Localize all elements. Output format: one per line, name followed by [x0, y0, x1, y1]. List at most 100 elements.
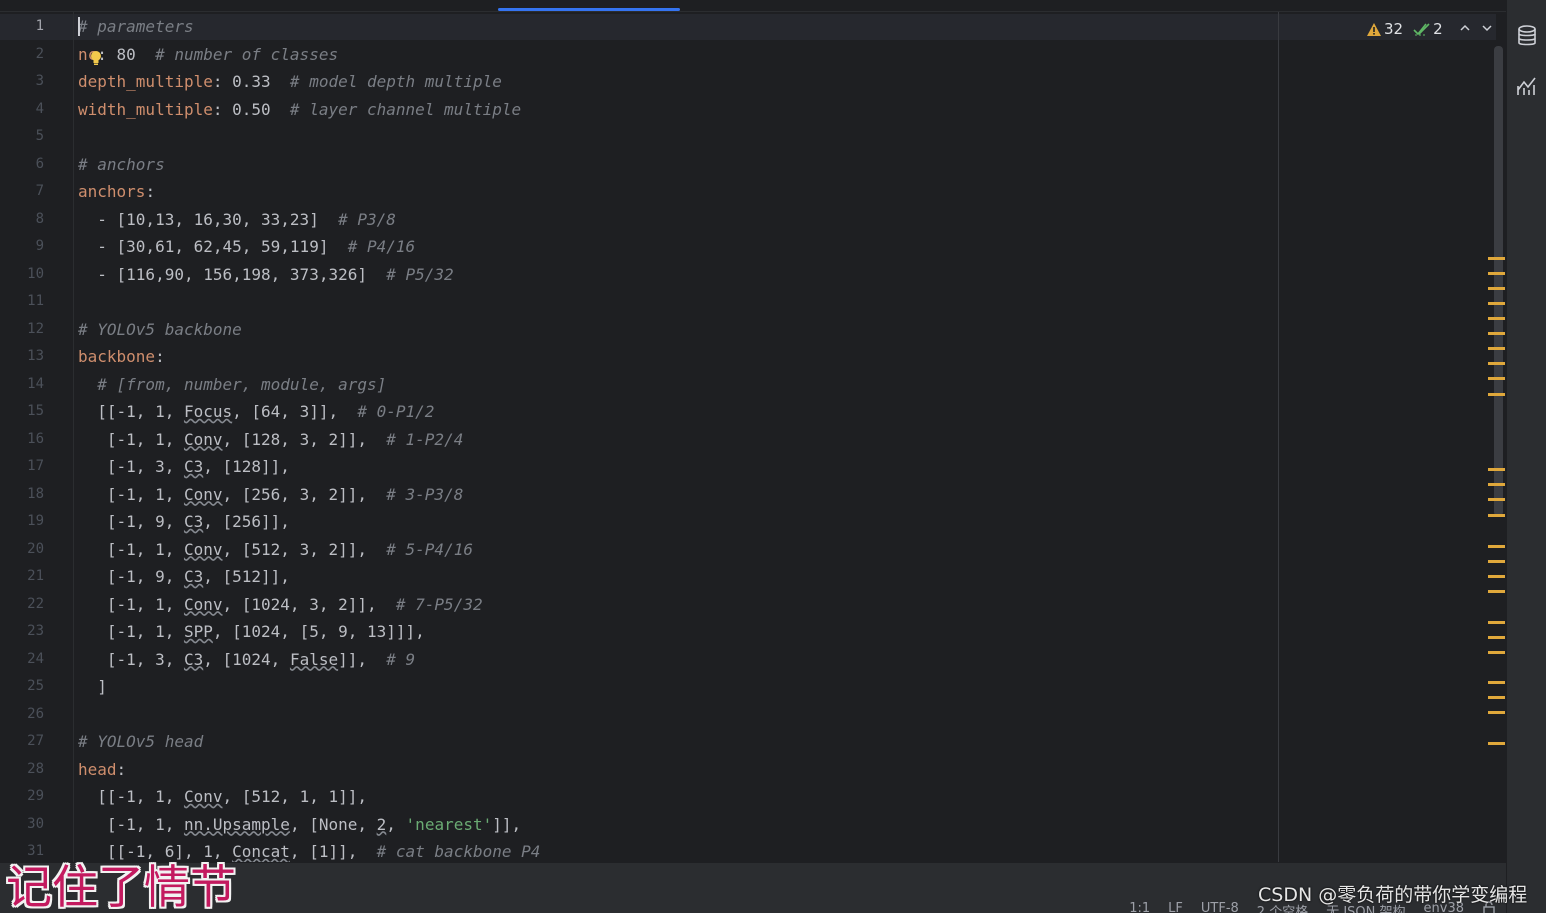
warning-marker[interactable]: [1488, 332, 1505, 335]
warning-marker[interactable]: [1488, 393, 1505, 396]
vertical-scrollbar[interactable]: [1494, 46, 1503, 516]
code-line: 21 [-1, 9, C3, [512]],: [0, 563, 1470, 590]
line-number[interactable]: 29: [0, 783, 44, 810]
line-code[interactable]: # anchors: [78, 151, 165, 178]
line-number[interactable]: 24: [0, 646, 44, 673]
warning-marker[interactable]: [1488, 514, 1505, 517]
warning-marker[interactable]: [1488, 468, 1505, 471]
line-number[interactable]: 15: [0, 398, 44, 425]
line-code[interactable]: # YOLOv5 head: [78, 728, 203, 755]
line-code[interactable]: [[-1, 1, Conv, [512, 1, 1]],: [78, 783, 367, 810]
previous-problem-icon[interactable]: [1459, 22, 1471, 37]
line-number[interactable]: 14: [0, 371, 44, 398]
line-code[interactable]: ]: [78, 673, 107, 700]
lightbulb-icon[interactable]: [89, 47, 103, 65]
line-number[interactable]: 25: [0, 673, 44, 700]
line-number[interactable]: 28: [0, 756, 44, 783]
line-number[interactable]: 12: [0, 316, 44, 343]
unresolved-reference: False: [289, 649, 339, 669]
line-number[interactable]: 17: [0, 453, 44, 480]
next-problem-icon[interactable]: [1481, 22, 1493, 37]
line-number[interactable]: 22: [0, 591, 44, 618]
warning-marker[interactable]: [1488, 560, 1505, 563]
line-code[interactable]: [-1, 3, C3, [128]],: [78, 453, 290, 480]
warning-marker[interactable]: [1488, 302, 1505, 305]
line-code[interactable]: - [116,90, 156,198, 373,326] # P5/32: [78, 261, 453, 288]
line-code[interactable]: [[-1, 1, Focus, [64, 3]], # 0-P1/2: [78, 398, 434, 425]
line-code[interactable]: head:: [78, 756, 126, 783]
line-number[interactable]: 8: [0, 206, 44, 233]
warning-marker[interactable]: [1488, 287, 1505, 290]
line-code[interactable]: - [10,13, 16,30, 33,23] # P3/8: [78, 206, 396, 233]
line-number[interactable]: 6: [0, 151, 44, 178]
warning-marker[interactable]: [1488, 590, 1505, 593]
line-code[interactable]: # [from, number, module, args]: [78, 371, 386, 398]
warning-marker[interactable]: [1488, 317, 1505, 320]
line-number[interactable]: 1: [0, 13, 44, 40]
line-code[interactable]: width_multiple: 0.50 # layer channel mul…: [78, 96, 521, 123]
line-number[interactable]: 5: [0, 123, 44, 150]
line-number[interactable]: 13: [0, 343, 44, 370]
warning-marker[interactable]: [1488, 347, 1505, 350]
warning-marker[interactable]: [1488, 575, 1505, 578]
code-editor[interactable]: 1 # parameters 2 nc: 80 # number of classes…: [0, 0, 1506, 862]
line-code[interactable]: [-1, 9, C3, [256]],: [78, 508, 290, 535]
line-number[interactable]: 3: [0, 68, 44, 95]
sciview-icon[interactable]: [1515, 74, 1539, 98]
database-icon[interactable]: [1515, 24, 1539, 48]
code-text: : 0.33: [212, 72, 290, 91]
weak-warnings-counter[interactable]: 2: [1413, 20, 1443, 38]
line-number[interactable]: 11: [0, 288, 44, 315]
line-number[interactable]: 10: [0, 261, 44, 288]
line-code[interactable]: [-1, 1, nn.Upsample, [None, 2, 'nearest'…: [78, 811, 521, 838]
caret-position[interactable]: 1:1: [1129, 901, 1150, 913]
file-encoding[interactable]: UTF-8: [1201, 901, 1239, 913]
line-separator[interactable]: LF: [1168, 901, 1183, 913]
warning-marker[interactable]: [1488, 257, 1505, 260]
line-code[interactable]: [-1, 1, Conv, [1024, 3, 2]], # 7-P5/32: [78, 591, 483, 618]
line-code[interactable]: [-1, 1, Conv, [256, 3, 2]], # 3-P3/8: [78, 481, 463, 508]
line-number[interactable]: 16: [0, 426, 44, 453]
weak-warnings-count: 2: [1433, 20, 1443, 38]
warning-marker[interactable]: [1488, 696, 1505, 699]
warning-marker[interactable]: [1488, 621, 1505, 624]
warning-marker[interactable]: [1488, 651, 1505, 654]
line-code[interactable]: # YOLOv5 backbone: [78, 316, 242, 343]
warning-marker[interactable]: [1488, 636, 1505, 639]
line-number[interactable]: 19: [0, 508, 44, 535]
warning-marker[interactable]: [1488, 377, 1505, 380]
line-code[interactable]: [-1, 1, Conv, [512, 3, 2]], # 5-P4/16: [78, 536, 473, 563]
warnings-counter[interactable]: 32: [1366, 20, 1403, 38]
line-number[interactable]: 27: [0, 728, 44, 755]
line-code[interactable]: [-1, 1, Conv, [128, 3, 2]], # 1-P2/4: [78, 426, 463, 453]
warning-marker[interactable]: [1488, 545, 1505, 548]
warning-marker[interactable]: [1488, 681, 1505, 684]
inspection-widget[interactable]: 32 2: [1366, 18, 1493, 40]
line-code[interactable]: [-1, 3, C3, [1024, False]], # 9: [78, 646, 415, 673]
line-number[interactable]: 7: [0, 178, 44, 205]
line-code[interactable]: backbone:: [78, 343, 165, 370]
warning-marker[interactable]: [1488, 362, 1505, 365]
line-number[interactable]: 20: [0, 536, 44, 563]
line-number[interactable]: 23: [0, 618, 44, 645]
line-code[interactable]: [-1, 1, SPP, [1024, [5, 9, 13]]],: [78, 618, 425, 645]
line-number[interactable]: 21: [0, 563, 44, 590]
line-number[interactable]: 9: [0, 233, 44, 260]
line-code[interactable]: # parameters: [78, 13, 194, 40]
line-code[interactable]: depth_multiple: 0.33 # model depth multi…: [78, 68, 502, 95]
line-code[interactable]: [-1, 9, C3, [512]],: [78, 563, 290, 590]
warning-marker[interactable]: [1488, 272, 1505, 275]
code-line: 17 [-1, 3, C3, [128]],: [0, 453, 1470, 480]
line-number[interactable]: 18: [0, 481, 44, 508]
line-code[interactable]: - [30,61, 62,45, 59,119] # P4/16: [78, 233, 415, 260]
warning-marker[interactable]: [1488, 483, 1505, 486]
warning-marker[interactable]: [1488, 711, 1505, 714]
line-number[interactable]: 26: [0, 701, 44, 728]
line-number[interactable]: 30: [0, 811, 44, 838]
line-code[interactable]: nc: 80 # number of classes: [78, 41, 338, 68]
line-number[interactable]: 2: [0, 41, 44, 68]
line-number[interactable]: 4: [0, 96, 44, 123]
warning-marker[interactable]: [1488, 498, 1505, 501]
warning-marker[interactable]: [1488, 742, 1505, 745]
line-code[interactable]: anchors:: [78, 178, 155, 205]
